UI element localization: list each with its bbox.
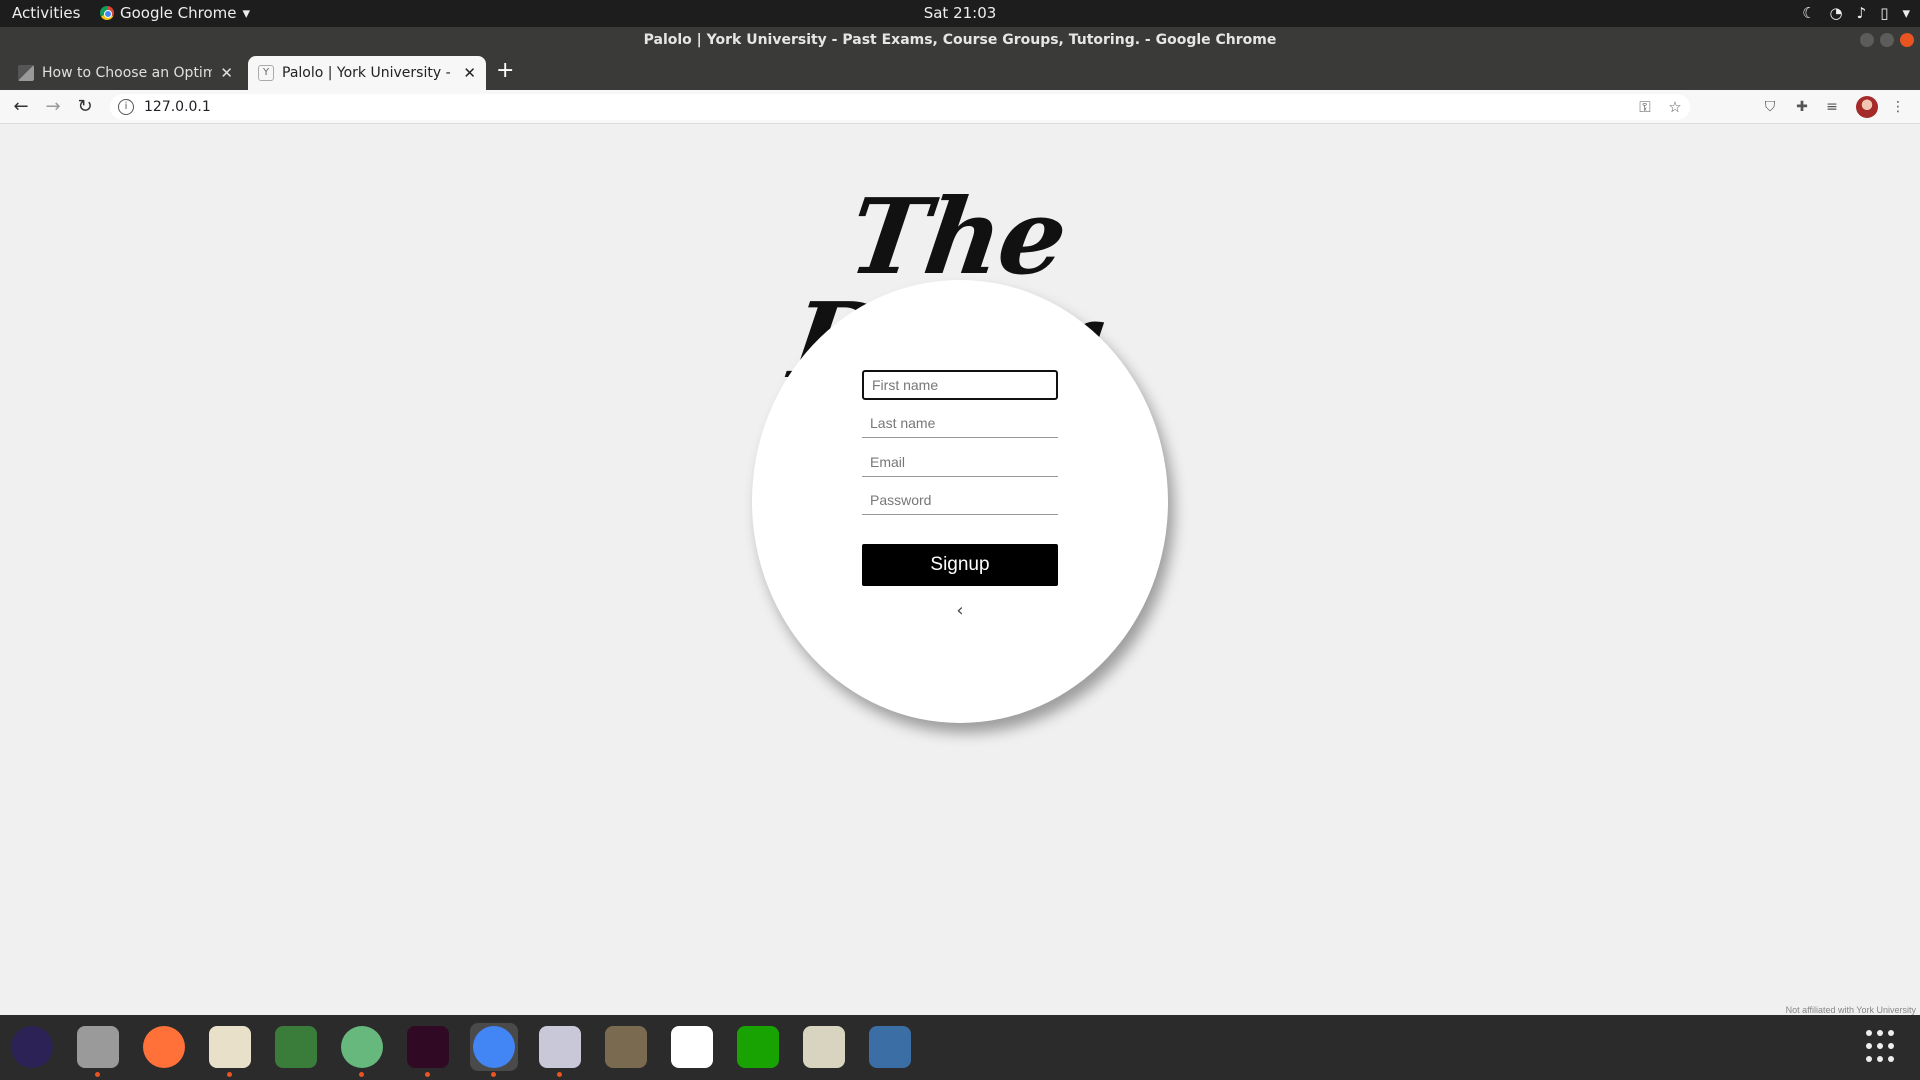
first-name-input[interactable] <box>862 370 1058 400</box>
new-tab-button[interactable]: + <box>496 58 514 84</box>
reload-icon[interactable]: ↻ <box>72 94 98 120</box>
battery-icon: ▯ <box>1880 4 1889 22</box>
forward-arrow-icon[interactable]: → <box>40 94 66 120</box>
tab-palolo[interactable]: Y Palolo | York University - P ✕ <box>248 56 486 90</box>
app-menu-label: Google Chrome <box>120 4 237 22</box>
tab-title: Palolo | York University - P <box>282 65 456 81</box>
spreadsheet-icon <box>737 1026 779 1068</box>
tab-close-icon[interactable]: ✕ <box>220 64 233 82</box>
dock-eclipse[interactable] <box>8 1023 56 1071</box>
dock-image-viewer[interactable] <box>800 1023 848 1071</box>
dock-pdf-viewer[interactable] <box>668 1023 716 1071</box>
system-menu-caret-icon: ▾ <box>1902 4 1910 22</box>
activities-button[interactable]: Activities <box>12 4 80 22</box>
signup-button[interactable]: Signup <box>862 544 1058 586</box>
email-input[interactable] <box>862 447 1058 477</box>
password-input[interactable] <box>862 485 1058 515</box>
show-applications-icon[interactable] <box>1866 1030 1900 1064</box>
tab-title: How to Choose an Optim <box>42 65 213 81</box>
draw-icon <box>539 1026 581 1068</box>
disclaimer-text: Not affiliated with York University <box>1785 1005 1916 1015</box>
article-favicon-icon <box>18 65 34 81</box>
running-indicator <box>95 1072 100 1077</box>
chrome-icon <box>100 6 114 20</box>
image-viewer-icon <box>803 1026 845 1068</box>
dock-draw[interactable] <box>536 1023 584 1077</box>
window-title-bar: Palolo | York University - Past Exams, C… <box>0 27 1920 54</box>
page-content: The Diver Signup ‹ Not affiliated with Y… <box>0 125 1920 1015</box>
address-bar[interactable]: i 127.0.0.1 ⚿ ☆ <box>110 94 1690 120</box>
files-icon <box>77 1026 119 1068</box>
running-indicator <box>359 1072 364 1077</box>
running-indicator <box>491 1072 496 1077</box>
system-top-bar: Activities Google Chrome ▾ Sat 21:03 ☾ ◔… <box>0 0 1920 27</box>
atom-icon <box>341 1026 383 1068</box>
dock-files[interactable] <box>74 1023 122 1077</box>
dock-chrome[interactable] <box>470 1023 518 1077</box>
terminal-icon <box>407 1026 449 1068</box>
system-tray[interactable]: ☾ ◔ ♪ ▯ ▾ <box>1802 4 1910 22</box>
minimize-button[interactable] <box>1860 33 1874 47</box>
inkscape-icon <box>275 1026 317 1068</box>
browser-toolbar: ← → ↻ i 127.0.0.1 ⚿ ☆ ⛉ ✚ ≡ ⋮ <box>0 90 1920 124</box>
text-editor-icon <box>209 1026 251 1068</box>
dock-firefox[interactable] <box>140 1023 188 1071</box>
dock-gimp[interactable] <box>602 1023 650 1071</box>
dock-atom[interactable] <box>338 1023 386 1077</box>
dock-spreadsheet[interactable] <box>734 1023 782 1071</box>
running-indicator <box>557 1072 562 1077</box>
dock <box>0 1015 1920 1080</box>
dock-text-editor[interactable] <box>206 1023 254 1077</box>
chrome-icon <box>473 1026 515 1068</box>
profile-avatar[interactable] <box>1856 96 1878 118</box>
night-light-icon: ☾ <box>1802 4 1816 22</box>
shield-extension-icon[interactable]: ⛉ <box>1758 96 1782 118</box>
firefox-icon <box>143 1026 185 1068</box>
running-indicator <box>227 1072 232 1077</box>
extensions-puzzle-icon[interactable]: ✚ <box>1790 96 1814 118</box>
dock-terminal[interactable] <box>404 1023 452 1077</box>
chevron-left-icon[interactable]: ‹ <box>950 601 970 621</box>
close-window-button[interactable] <box>1900 33 1914 47</box>
caret-down-icon: ▾ <box>242 4 251 22</box>
key-icon[interactable]: ⚿ <box>1630 98 1660 116</box>
running-indicator <box>425 1072 430 1077</box>
bookmark-star-icon[interactable]: ☆ <box>1660 98 1690 116</box>
volume-icon: ♪ <box>1856 4 1867 22</box>
back-arrow-icon[interactable]: ← <box>8 94 34 120</box>
url-text[interactable]: 127.0.0.1 <box>144 99 1630 115</box>
pdf-viewer-icon <box>671 1026 713 1068</box>
eclipse-icon <box>11 1026 53 1068</box>
site-info-icon[interactable]: i <box>118 99 134 115</box>
media-control-icon[interactable]: ≡ <box>1820 96 1844 118</box>
tab-close-icon[interactable]: ✕ <box>463 64 476 82</box>
palolo-favicon-icon: Y <box>258 65 274 81</box>
last-name-input[interactable] <box>862 408 1058 438</box>
more-menu-icon[interactable]: ⋮ <box>1886 96 1910 118</box>
maximize-button[interactable] <box>1880 33 1894 47</box>
screenshot-icon <box>869 1026 911 1068</box>
wifi-icon: ◔ <box>1829 4 1843 22</box>
dock-screenshot[interactable] <box>866 1023 914 1071</box>
clock[interactable]: Sat 21:03 <box>924 4 997 22</box>
tab-article[interactable]: How to Choose an Optim ✕ <box>8 56 243 90</box>
gimp-icon <box>605 1026 647 1068</box>
window-title: Palolo | York University - Past Exams, C… <box>643 32 1277 48</box>
app-menu[interactable]: Google Chrome ▾ <box>100 4 250 22</box>
tab-strip: How to Choose an Optim ✕ Y Palolo | York… <box>0 54 1920 90</box>
dock-inkscape[interactable] <box>272 1023 320 1071</box>
